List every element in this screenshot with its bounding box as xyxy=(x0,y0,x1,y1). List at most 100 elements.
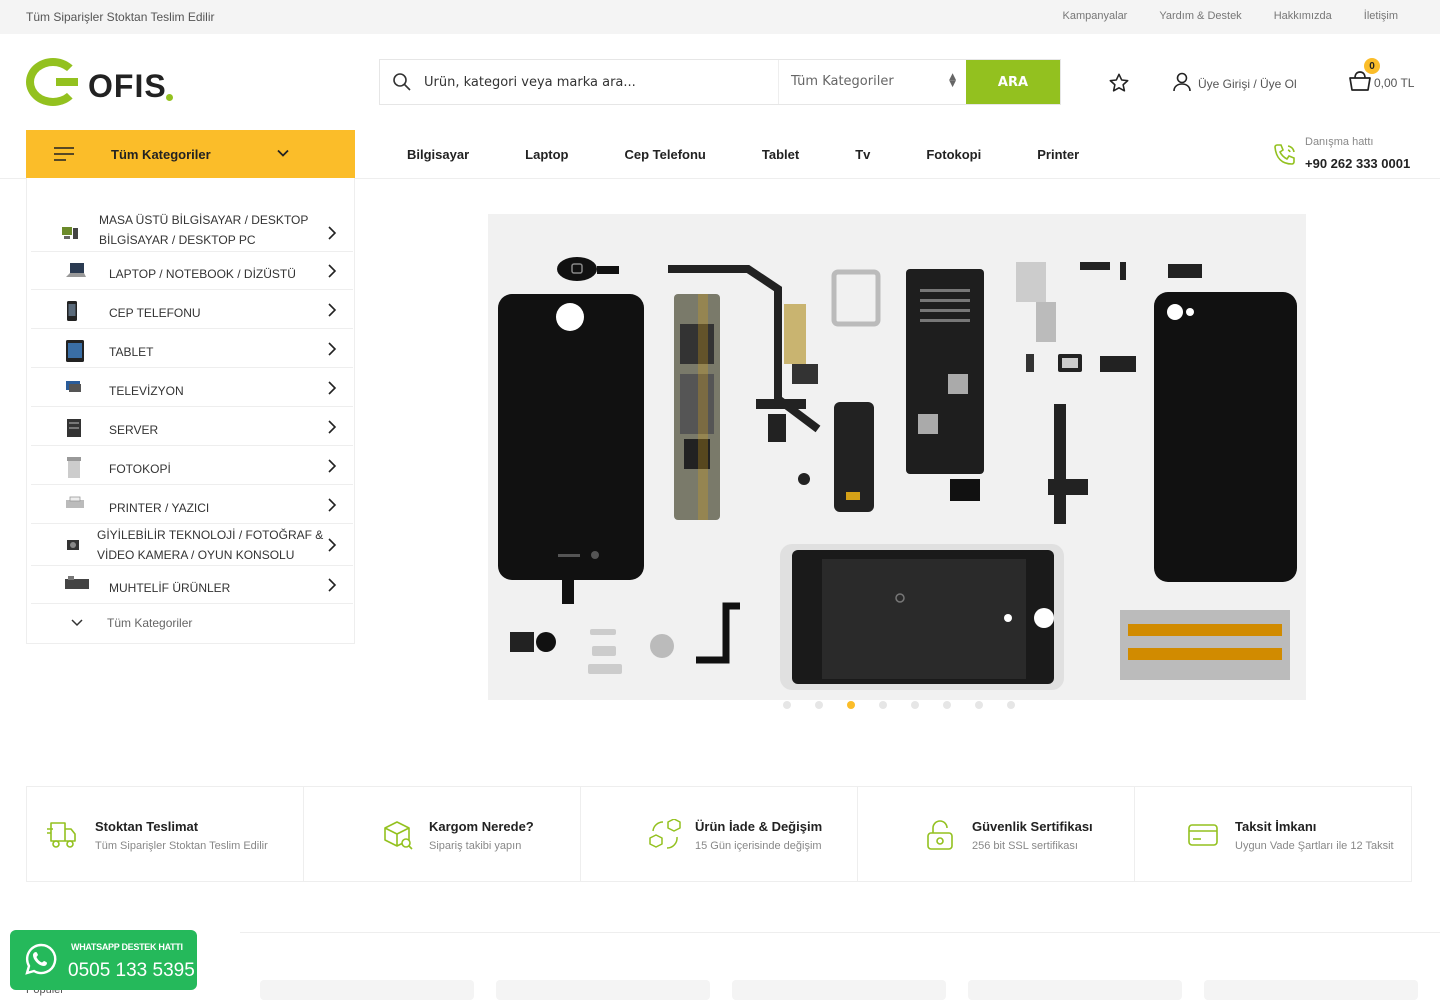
product-card[interactable] xyxy=(732,980,946,1000)
search-icon xyxy=(380,72,424,92)
chevron-right-icon xyxy=(327,226,337,243)
misc-icon xyxy=(65,576,89,594)
chevron-right-icon xyxy=(327,381,337,398)
slider-dot-active[interactable] xyxy=(847,701,855,709)
chevron-right-icon xyxy=(327,342,337,359)
sidebar-item-laptop[interactable]: LAPTOP / NOTEBOOK / DİZÜSTÜ xyxy=(31,252,353,290)
chevron-right-icon xyxy=(327,420,337,437)
cart-count-badge: 0 xyxy=(1364,58,1380,74)
sidebar-item-label: FOTOKOPİ xyxy=(109,462,171,476)
sidebar-item-desktop[interactable]: MASA ÜSTÜ BİLGİSAYAR / DESKTOP BİLGİSAYAR… xyxy=(31,210,353,252)
logo-mark-bar xyxy=(56,78,78,86)
feature-subtitle: 15 Gün içerisinde değişim xyxy=(695,840,822,852)
feature-item: Kargom Nerede? Sipariş takibi yapın xyxy=(304,787,581,881)
desktop-icon xyxy=(61,226,81,244)
chevron-right-icon xyxy=(327,459,337,476)
search-input[interactable] xyxy=(424,62,764,102)
hotline-phone[interactable]: +90 262 333 0001 xyxy=(1305,156,1410,171)
topbar-link-help[interactable]: Yardım & Destek xyxy=(1159,10,1241,22)
slider-dot[interactable] xyxy=(911,701,919,709)
topbar-link-about[interactable]: Hakkımızda xyxy=(1274,10,1332,22)
slider-dot[interactable] xyxy=(943,701,951,709)
sidebar-item-server[interactable]: SERVER xyxy=(31,408,353,446)
basket-icon xyxy=(1348,70,1372,95)
sidebar-item-label: TABLET xyxy=(109,345,154,359)
slider-dot[interactable] xyxy=(879,701,887,709)
whatsapp-support-button[interactable]: WHATSAPP DESTEK HATTI 0505 133 5395 xyxy=(10,930,197,990)
nav-item-laptop[interactable]: Laptop xyxy=(525,147,568,162)
feature-subtitle: 256 bit SSL sertifikası xyxy=(972,840,1078,852)
hero-image-phone-parts xyxy=(498,257,1297,690)
account-link[interactable]: Üye Girişi / Üye Ol xyxy=(1172,72,1297,95)
sidebar-item-fotokopi[interactable]: FOTOKOPİ xyxy=(31,447,353,485)
logo-dot xyxy=(166,94,173,101)
exchange-icon xyxy=(649,818,681,856)
topbar-links: Kampanyalar Yardım & Destek Hakkımızda İ… xyxy=(1063,10,1398,22)
sidebar-item-label: TELEVİZYON xyxy=(109,384,184,398)
category-sidebar: MASA ÜSTÜ BİLGİSAYAR / DESKTOP BİLGİSAYAR… xyxy=(26,178,355,644)
favorites-star-icon[interactable] xyxy=(1108,72,1130,99)
topbar-link-campaigns[interactable]: Kampanyalar xyxy=(1063,10,1128,22)
slider-dot[interactable] xyxy=(1007,701,1015,709)
chevron-down-icon xyxy=(71,617,83,631)
sidebar-item-televizyon[interactable]: TELEVİZYON xyxy=(31,369,353,407)
tablet-icon xyxy=(65,340,85,362)
features-strip: Stoktan Teslimat Tüm Siparişler Stoktan … xyxy=(26,786,1412,882)
all-categories-label: Tüm Kategoriler xyxy=(111,147,211,162)
product-card[interactable] xyxy=(496,980,710,1000)
whatsapp-label: WHATSAPP DESTEK HATTI xyxy=(71,942,183,952)
sidebar-item-label: PRINTER / YAZICI xyxy=(109,501,210,515)
feature-title: Stoktan Teslimat xyxy=(95,819,199,834)
product-card[interactable] xyxy=(1204,980,1418,1000)
feature-item: Taksit İmkanı Uygun Vade Şartları ile 12… xyxy=(1135,787,1411,881)
search-category-select[interactable]: Tüm Kategoriler ▲ ▼ xyxy=(778,60,966,104)
nav-item-fotokopi[interactable]: Fotokopi xyxy=(926,147,981,162)
laptop-icon xyxy=(65,262,86,280)
site-logo[interactable]: OFIS xyxy=(26,56,176,108)
product-cards-preview xyxy=(260,980,1418,1000)
nav-item-tablet[interactable]: Tablet xyxy=(762,147,799,162)
product-card[interactable] xyxy=(968,980,1182,1000)
slider-dot[interactable] xyxy=(975,701,983,709)
chevron-down-icon xyxy=(276,146,290,163)
topbar-link-contact[interactable]: İletişim xyxy=(1364,10,1398,22)
hero-slider[interactable] xyxy=(488,214,1306,700)
slider-dot[interactable] xyxy=(815,701,823,709)
chevron-right-icon xyxy=(327,264,337,281)
logo-text: OFIS xyxy=(88,68,167,104)
sidebar-item-printer[interactable]: PRINTER / YAZICI xyxy=(31,486,353,524)
all-categories-toggle[interactable]: Tüm Kategoriler xyxy=(26,130,355,178)
nav-item-bilgisayar[interactable]: Bilgisayar xyxy=(407,147,469,162)
whatsapp-phone: 0505 133 5395 xyxy=(68,960,195,981)
feature-title: Kargom Nerede? xyxy=(429,819,534,834)
printer-icon xyxy=(65,496,85,514)
nav-item-cep-telefonu[interactable]: Cep Telefonu xyxy=(624,147,705,162)
sidebar-item-label: GİYİLEBİLİR TEKNOLOJİ / FOTOĞRAF & VİDEO … xyxy=(97,528,324,562)
search-category-value: Tüm Kategoriler xyxy=(791,74,894,89)
feature-subtitle: Uygun Vade Şartları ile 12 Taksit xyxy=(1235,840,1394,852)
feature-title: Güvenlik Sertifikası xyxy=(972,819,1093,834)
phone-icon xyxy=(1272,142,1298,173)
sidebar-item-misc[interactable]: MUHTELİF ÜRÜNLER xyxy=(31,566,353,604)
search-bar: Tüm Kategoriler ▲▼ ARA xyxy=(379,59,1061,105)
nav-item-tv[interactable]: Tv xyxy=(855,147,870,162)
sidebar-item-label: LAPTOP / NOTEBOOK / DİZÜSTÜ xyxy=(109,267,296,281)
tv-icon xyxy=(65,379,85,397)
sidebar-item-cep-telefonu[interactable]: CEP TELEFONU xyxy=(31,291,353,329)
sidebar-item-label: MUHTELİF ÜRÜNLER xyxy=(109,581,231,595)
slider-dot[interactable] xyxy=(783,701,791,709)
all-categories-link-label: Tüm Kategoriler xyxy=(107,616,193,630)
sidebar-item-label: CEP TELEFONU xyxy=(109,306,201,320)
cart-total: 0,00 TL xyxy=(1374,75,1415,90)
search-button[interactable]: ARA xyxy=(966,60,1060,104)
sidebar-item-tablet[interactable]: TABLET xyxy=(31,330,353,368)
top-bar: Tüm Siparişler Stoktan Teslim Edilir Kam… xyxy=(0,0,1440,34)
sidebar-item-label: SERVER xyxy=(109,423,159,437)
sidebar-item-wearables[interactable]: GİYİLEBİLİR TEKNOLOJİ / FOTOĞRAF & VİDEO … xyxy=(31,525,353,566)
nav-item-printer[interactable]: Printer xyxy=(1037,147,1079,162)
chevron-right-icon xyxy=(327,538,337,555)
product-card[interactable] xyxy=(260,980,474,1000)
account-label: Üye Girişi / Üye Ol xyxy=(1198,76,1297,91)
feature-subtitle: Tüm Siparişler Stoktan Teslim Edilir xyxy=(95,840,268,852)
cart-button[interactable]: 0 0,00 TL xyxy=(1348,58,1415,95)
